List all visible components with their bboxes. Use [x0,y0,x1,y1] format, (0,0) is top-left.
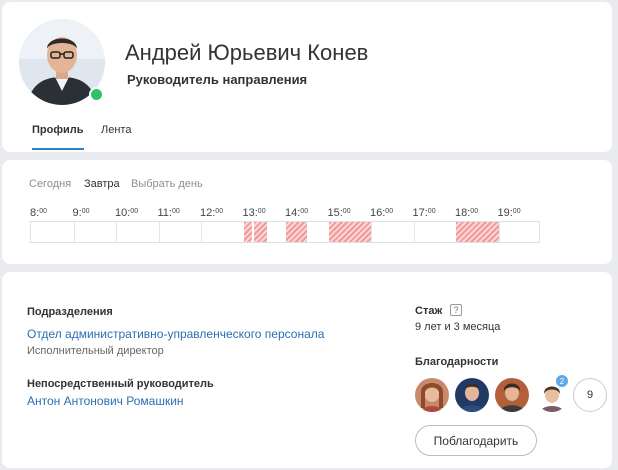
day-tomorrow[interactable]: Завтра [84,178,120,190]
thanks-count-badge: 2 [555,374,569,388]
manager-link[interactable]: Антон Антонович Ромашкин [27,394,184,408]
day-today[interactable]: Сегодня [29,178,71,190]
job-title: Исполнительный директор [27,345,164,357]
thanks-label: Благодарности [415,356,499,368]
time-label: 15:00 [327,207,351,219]
tab-feed[interactable]: Лента [101,124,131,136]
time-label: 18:00 [455,207,479,219]
department-link[interactable]: Отдел административно-управленческого пе… [27,327,324,341]
active-tab-indicator [32,148,84,150]
user-position: Руководитель направления [127,72,308,87]
timeline-gridline [413,222,415,242]
busy-slot[interactable] [328,222,371,242]
busy-slot[interactable] [243,222,252,242]
departments-label: Подразделения [27,306,113,318]
thanks-avatar-3[interactable] [495,378,529,412]
time-label: 12:00 [200,207,224,219]
manager-label: Непосредственный руководитель [27,378,214,390]
busy-timeline [30,221,540,243]
time-label: 17:00 [412,207,436,219]
timeline-gridline [116,222,117,242]
profile-info-card: Подразделения Отдел административно-упра… [2,272,612,468]
profile-avatar-wrap [19,19,105,105]
experience-value: 9 лет и 3 месяца [415,321,501,333]
busy-slot[interactable] [456,222,499,242]
thanks-avatar-1[interactable] [415,378,449,412]
experience-label: Стаж [415,305,443,317]
busy-slot[interactable] [286,222,308,242]
profile-header-card: Андрей Юрьевич Конев Руководитель направ… [2,2,612,152]
timeline-gridline [73,222,75,242]
thanks-more-count[interactable]: 9 [573,378,607,412]
timeline-gridline [498,222,500,242]
day-pick[interactable]: Выбрать день [131,178,203,190]
busy-slot[interactable] [254,222,267,242]
thanks-avatar-2[interactable] [455,378,489,412]
schedule-card: Сегодня Завтра Выбрать день 8:00 9:00 10:0… [2,160,612,264]
time-label: 19:00 [497,207,521,219]
thank-button[interactable]: Поблагодарить [415,425,537,456]
time-label: 14:00 [285,207,309,219]
tab-profile[interactable]: Профиль [32,124,83,136]
time-label: 8:00 [30,207,47,219]
time-label: 16:00 [370,207,394,219]
timeline-gridline [158,222,160,242]
help-icon[interactable]: ? [450,304,462,316]
timeline-gridline [201,222,202,242]
user-name: Андрей Юрьевич Конев [125,40,369,65]
time-label: 13:00 [242,207,266,219]
time-label: 9:00 [72,207,90,219]
time-label: 10:00 [115,207,139,219]
timeline-gridline [371,222,372,242]
online-status-dot [89,87,104,102]
time-label: 11:00 [157,207,180,219]
